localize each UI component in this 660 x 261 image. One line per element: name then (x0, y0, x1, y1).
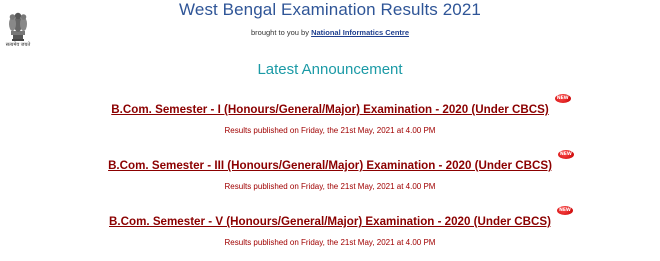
emblem-caption: सत्यमेव जयते (5, 42, 31, 48)
nic-link[interactable]: National Informatics Centre (311, 28, 409, 37)
announcement-link-sem1[interactable]: B.Com. Semester - I (Honours/General/Maj… (111, 103, 548, 116)
new-badge-icon: NEW (556, 206, 573, 215)
announcement-note: Results published on Friday, the 21st Ma… (224, 182, 436, 191)
credit-prefix: brought to you by (251, 28, 309, 37)
announcement-link-sem3[interactable]: B.Com. Semester - III (Honours/General/M… (108, 159, 552, 172)
new-badge-icon: NEW (554, 94, 571, 103)
new-badge-icon: NEW (557, 150, 574, 159)
section-title: Latest Announcement (257, 61, 403, 78)
announcement-item: B.Com. Semester - III (Honours/General/M… (0, 150, 660, 191)
announcement-link-wrap: B.Com. Semester - I (Honours/General/Maj… (111, 94, 571, 118)
announcement-item: B.Com. Semester - V (Honours/General/Maj… (0, 206, 660, 247)
announcement-link-wrap: B.Com. Semester - III (Honours/General/M… (108, 150, 574, 174)
announcement-link-wrap: B.Com. Semester - V (Honours/General/Maj… (109, 206, 573, 230)
credit-line: brought to you by National Informatics C… (0, 28, 660, 37)
announcement-note: Results published on Friday, the 21st Ma… (224, 126, 436, 135)
announcement-link-sem5[interactable]: B.Com. Semester - V (Honours/General/Maj… (109, 215, 551, 228)
page-title: West Bengal Examination Results 2021 (179, 0, 481, 19)
announcement-note: Results published on Friday, the 21st Ma… (224, 238, 436, 247)
announcement-item: B.Com. Semester - I (Honours/General/Maj… (0, 94, 660, 135)
